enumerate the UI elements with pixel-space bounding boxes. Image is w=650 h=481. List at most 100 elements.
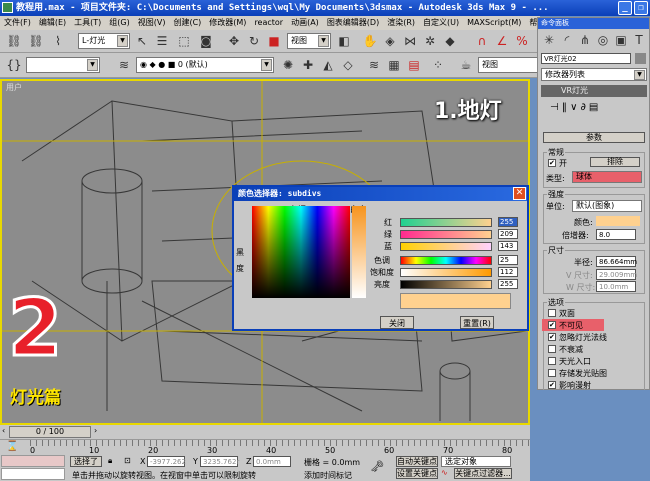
select-icon[interactable]: ↖ — [134, 33, 150, 49]
exclude-button[interactable]: 排除 — [590, 157, 640, 167]
z-coordinate[interactable]: 0.0mm — [253, 456, 291, 467]
red-slider[interactable] — [400, 218, 492, 227]
menu-tools[interactable]: 工具(T) — [74, 18, 101, 27]
green-spinner[interactable]: 209 — [498, 229, 518, 239]
mirror-icon[interactable]: ⋈ — [402, 33, 418, 49]
menu-maxscript[interactable]: MAXScript(M) — [467, 18, 521, 27]
hierarchy-tab-icon[interactable]: ⋔ — [577, 32, 593, 48]
modify-tab-icon[interactable]: ◜ — [559, 32, 575, 48]
key-icon[interactable]: 🗝︎ — [370, 460, 384, 473]
modifier-list-dropdown[interactable]: 修改器列表 ▼ — [541, 68, 647, 81]
menu-views[interactable]: 视图(V) — [138, 18, 166, 27]
v-size-spinner[interactable]: 29.009mm — [596, 269, 637, 280]
absolute-mode-icon[interactable]: ⊡ — [124, 456, 131, 465]
material-editor-icon[interactable]: ⁘ — [430, 57, 446, 73]
menu-edit[interactable]: 编辑(E) — [39, 18, 66, 27]
type-dropdown[interactable]: 球体 — [572, 171, 642, 183]
bind-space-warp-icon[interactable]: ⌇ — [50, 33, 66, 49]
x-coordinate[interactable]: -3977.262 — [147, 456, 186, 467]
value-spinner[interactable]: 255 — [498, 279, 518, 289]
create-layer-icon[interactable]: ✺ — [280, 57, 296, 73]
menu-rendering[interactable]: 渲染(R) — [387, 18, 415, 27]
motion-tab-icon[interactable]: ◎ — [595, 32, 611, 48]
reference-coord-dropdown[interactable]: 视图 ▼ — [287, 33, 331, 49]
viewport-label[interactable]: 用户 — [6, 82, 22, 93]
maxscript-listener-white[interactable] — [1, 468, 65, 480]
prev-frame-icon[interactable]: ‹ — [2, 426, 5, 435]
set-key-button[interactable]: 设置关键点 — [396, 468, 438, 479]
multiplier-spinner[interactable]: 8.0 — [596, 229, 636, 240]
unlink-icon[interactable]: ⛓ — [28, 33, 44, 49]
create-tab-icon[interactable]: ✳ — [541, 32, 557, 48]
add-to-layer-icon[interactable]: ✚ — [300, 57, 316, 73]
key-selection-dropdown[interactable]: 选定对象 — [441, 456, 511, 467]
on-checkbox[interactable]: ✔ — [548, 159, 556, 167]
hue-spinner[interactable]: 25 — [498, 255, 518, 265]
rect-selection-icon[interactable]: ⬚ — [176, 33, 192, 49]
menu-create[interactable]: 创建(C) — [173, 18, 201, 27]
saturation-slider[interactable] — [400, 268, 492, 277]
units-dropdown[interactable]: 默认(图象) — [572, 200, 642, 212]
whiteness-slider[interactable] — [352, 206, 366, 298]
restore-button[interactable]: ❐ — [634, 1, 648, 15]
minimize-button[interactable]: _ — [618, 1, 632, 15]
y-coordinate[interactable]: 3235.762r — [200, 456, 239, 467]
time-slider-thumb[interactable]: 0 / 100 — [9, 426, 91, 438]
snap-toggle-icon[interactable]: ∩ — [474, 33, 490, 49]
menu-customize[interactable]: 自定义(U) — [423, 18, 459, 27]
radius-spinner[interactable]: 86.664mm — [596, 256, 637, 267]
red-spinner[interactable]: 255 — [498, 217, 518, 227]
menu-file[interactable]: 文件(F) — [4, 18, 31, 27]
link-icon[interactable]: ⛓ — [6, 33, 22, 49]
key-filters-button[interactable]: 关键点过滤器... — [454, 468, 512, 479]
auto-key-button[interactable]: 自动关键点 — [396, 456, 438, 467]
named-selection-icon[interactable]: ◆ — [442, 33, 458, 49]
pivot-center-icon[interactable]: ◧ — [336, 33, 352, 49]
green-slider[interactable] — [400, 230, 492, 239]
w-size-spinner[interactable]: 10.0mm — [596, 281, 636, 292]
stack-tools-icons[interactable]: ⊣ ‖ ∨ ∂ ▤ — [550, 102, 598, 113]
menu-modifiers[interactable]: 修改器(M) — [209, 18, 246, 27]
track-bar[interactable]: ⌛ 0 10 20 30 40 50 60 70 80 — [0, 439, 530, 455]
option-checkbox[interactable] — [548, 369, 556, 377]
maxscript-listener-pink[interactable] — [1, 455, 65, 467]
manipulate-icon[interactable]: ✋ — [362, 33, 378, 49]
modifier-stack-item[interactable]: VR灯光 — [541, 85, 647, 97]
render-view-dropdown[interactable]: 视图 — [478, 57, 538, 73]
option-checkbox[interactable]: ✔ — [548, 381, 556, 389]
option-checkbox[interactable] — [548, 357, 556, 365]
percent-snap-icon[interactable]: % — [514, 33, 530, 49]
curve-editor-icon[interactable]: ▦ — [386, 57, 402, 73]
select-layer-icon[interactable]: ◭ — [320, 57, 336, 73]
schematic-view-icon[interactable]: ▤ — [406, 57, 422, 73]
blue-spinner[interactable]: 143 — [498, 241, 518, 251]
menu-graph-editors[interactable]: 图表编辑器(D) — [327, 18, 379, 27]
rotate-icon[interactable]: ↻ — [246, 33, 262, 49]
window-crossing-icon[interactable]: ◙ — [198, 33, 214, 49]
option-checkbox[interactable] — [548, 309, 556, 317]
menu-animation[interactable]: 动画(A) — [291, 18, 319, 27]
angle-snap-icon[interactable]: ∠ — [494, 33, 510, 49]
hue-slider[interactable] — [400, 256, 492, 265]
object-name-field[interactable]: VR灯光02 — [541, 53, 631, 64]
lock-icon[interactable]: 🔒︎ — [108, 456, 112, 466]
hue-blackness-picker[interactable] — [252, 206, 350, 298]
close-button[interactable]: 关闭 — [380, 316, 414, 329]
option-checkbox[interactable] — [548, 345, 556, 353]
layers-icon[interactable]: ≋ — [366, 57, 382, 73]
keyboard-shortcut-icon[interactable]: ◈ — [382, 33, 398, 49]
option-checkbox[interactable]: ✔ — [548, 333, 556, 341]
named-selection-dropdown[interactable]: ▼ — [26, 57, 100, 73]
next-frame-icon[interactable]: › — [94, 426, 97, 435]
align-icon[interactable]: ✲ — [422, 33, 438, 49]
set-current-layer-icon[interactable]: ◇ — [340, 57, 356, 73]
display-tab-icon[interactable]: ▣ — [613, 32, 629, 48]
object-color-swatch[interactable] — [635, 53, 646, 64]
reset-button[interactable]: 重置(R) — [460, 316, 494, 329]
named-selection-sets-icon[interactable]: {} — [6, 57, 22, 73]
saturation-spinner[interactable]: 112 — [498, 267, 518, 277]
render-scene-icon[interactable]: ☕ — [458, 57, 474, 73]
selection-filter-dropdown[interactable]: L-灯光 ▼ — [78, 33, 130, 49]
menu-reactor[interactable]: reactor — [254, 18, 283, 27]
utilities-tab-icon[interactable]: T — [631, 32, 647, 48]
